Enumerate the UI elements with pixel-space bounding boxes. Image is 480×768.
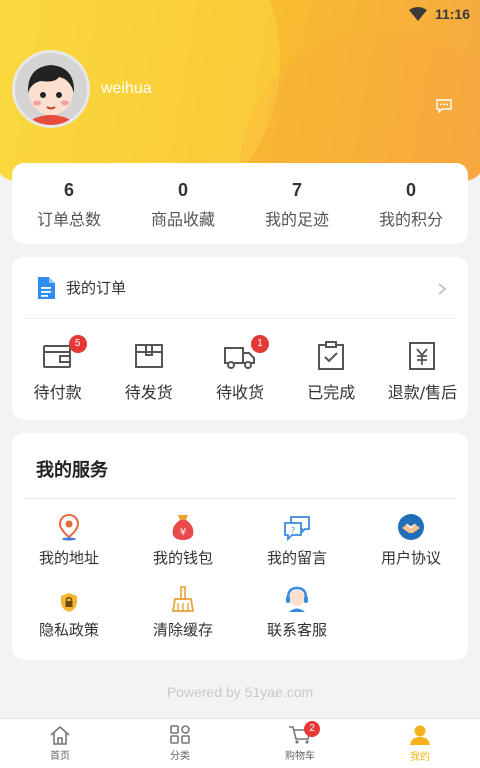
my-orders-link[interactable]: 我的订单 xyxy=(24,257,456,319)
customer-service-icon xyxy=(286,586,308,612)
order-item-label: 待发货 xyxy=(124,383,173,402)
stat-points[interactable]: 0 我的积分 xyxy=(354,163,468,244)
stat-label: 订单总数 xyxy=(36,209,101,229)
money-bag-icon: ¥ xyxy=(172,515,194,540)
pending-payment-badge: 5 xyxy=(68,335,87,353)
message-icon: ? xyxy=(284,516,310,541)
service-user-agreement[interactable]: 用户协议 xyxy=(354,511,468,583)
username[interactable]: weihua xyxy=(101,80,152,98)
stat-label: 我的足迹 xyxy=(264,209,329,229)
powered-by-text[interactable]: Powered by 51yae.com xyxy=(0,684,480,700)
tab-label: 首页 xyxy=(50,751,70,762)
tab-mine[interactable]: 我的 xyxy=(360,719,480,768)
box-icon xyxy=(134,344,163,368)
orders-card: 我的订单 5 待付款 待发货 1 待收货 已完成 退款/售后 xyxy=(12,257,468,420)
chat-bubble-icon xyxy=(436,99,452,114)
order-item-label: 待付款 xyxy=(33,383,82,402)
stat-order-total[interactable]: 6 订单总数 xyxy=(12,163,126,244)
pending-receipt-badge: 1 xyxy=(251,335,269,353)
order-status-row: 5 待付款 待发货 1 待收货 已完成 退款/售后 xyxy=(12,319,468,419)
user-icon xyxy=(410,725,430,745)
tab-home[interactable]: 首页 xyxy=(0,719,120,768)
service-label: 联系客服 xyxy=(266,621,327,639)
service-label: 我的地址 xyxy=(38,549,99,567)
service-clear-cache[interactable]: 清除缓存 xyxy=(126,583,240,655)
service-label: 清除缓存 xyxy=(152,621,213,639)
stat-label: 商品收藏 xyxy=(150,209,215,229)
location-pin-icon xyxy=(58,513,80,541)
order-completed[interactable]: 已完成 xyxy=(286,319,377,419)
avatar[interactable] xyxy=(12,50,90,128)
service-customer-support[interactable]: 联系客服 xyxy=(240,583,354,655)
clipboard-check-icon xyxy=(318,341,345,370)
order-pending-shipment[interactable]: 待发货 xyxy=(103,319,194,419)
service-label: 我的钱包 xyxy=(152,549,213,567)
tab-cart[interactable]: 购物车 xyxy=(240,719,360,768)
cartoon-avatar-icon xyxy=(15,53,87,125)
stat-value: 0 xyxy=(177,179,188,200)
services-card: 我的服务 我的地址 ¥ 我的钱包 ? 我的留言 用户协议 隐私政策 清除缓存 联… xyxy=(12,433,468,660)
order-refund[interactable]: 退款/售后 xyxy=(377,319,468,419)
orders-title: 我的订单 xyxy=(66,279,127,297)
stat-value: 7 xyxy=(291,179,302,200)
services-title: 我的服务 xyxy=(24,433,456,499)
tab-category[interactable]: 分类 xyxy=(120,719,240,768)
service-label: 用户协议 xyxy=(380,549,441,567)
wifi-icon xyxy=(408,7,427,21)
stat-label: 我的积分 xyxy=(378,209,443,229)
order-pending-receipt[interactable]: 1 待收货 xyxy=(194,319,285,419)
message-button[interactable] xyxy=(436,98,452,117)
refund-icon xyxy=(409,342,436,370)
home-icon xyxy=(50,725,70,745)
tab-label: 购物车 xyxy=(285,751,315,762)
service-privacy-policy[interactable]: 隐私政策 xyxy=(12,583,126,655)
order-pending-payment[interactable]: 5 待付款 xyxy=(12,319,103,419)
service-my-address[interactable]: 我的地址 xyxy=(12,511,126,583)
status-time: 11:16 xyxy=(434,6,470,22)
order-item-label: 已完成 xyxy=(307,383,356,402)
svg-text:¥: ¥ xyxy=(180,527,186,538)
bottom-tab-bar: 首页 分类 购物车 我的 2 xyxy=(0,718,480,768)
tab-label: 分类 xyxy=(170,751,190,762)
status-bar: 11:16 xyxy=(0,0,480,28)
cart-badge: 2 xyxy=(304,721,320,737)
stat-footprints[interactable]: 7 我的足迹 xyxy=(240,163,354,244)
chevron-right-icon xyxy=(438,283,446,295)
service-label: 隐私政策 xyxy=(38,621,99,639)
order-item-label: 退款/售后 xyxy=(387,383,458,402)
stats-card: 6 订单总数 0 商品收藏 7 我的足迹 0 我的积分 xyxy=(12,163,468,244)
tab-label: 我的 xyxy=(410,752,430,763)
stat-favorites[interactable]: 0 商品收藏 xyxy=(126,163,240,244)
svg-text:?: ? xyxy=(291,526,295,535)
stat-value: 0 xyxy=(405,179,416,200)
document-icon xyxy=(38,276,55,299)
service-my-messages[interactable]: ? 我的留言 xyxy=(240,511,354,583)
service-label: 我的留言 xyxy=(266,549,327,567)
broom-icon xyxy=(171,586,195,612)
order-item-label: 待收货 xyxy=(216,383,265,402)
lock-shield-icon xyxy=(61,593,77,612)
category-icon xyxy=(170,725,190,744)
stat-value: 6 xyxy=(63,179,74,200)
handshake-icon xyxy=(398,514,424,540)
service-my-wallet[interactable]: ¥ 我的钱包 xyxy=(126,511,240,583)
services-grid: 我的地址 ¥ 我的钱包 ? 我的留言 用户协议 隐私政策 清除缓存 联系客服 xyxy=(12,499,468,655)
